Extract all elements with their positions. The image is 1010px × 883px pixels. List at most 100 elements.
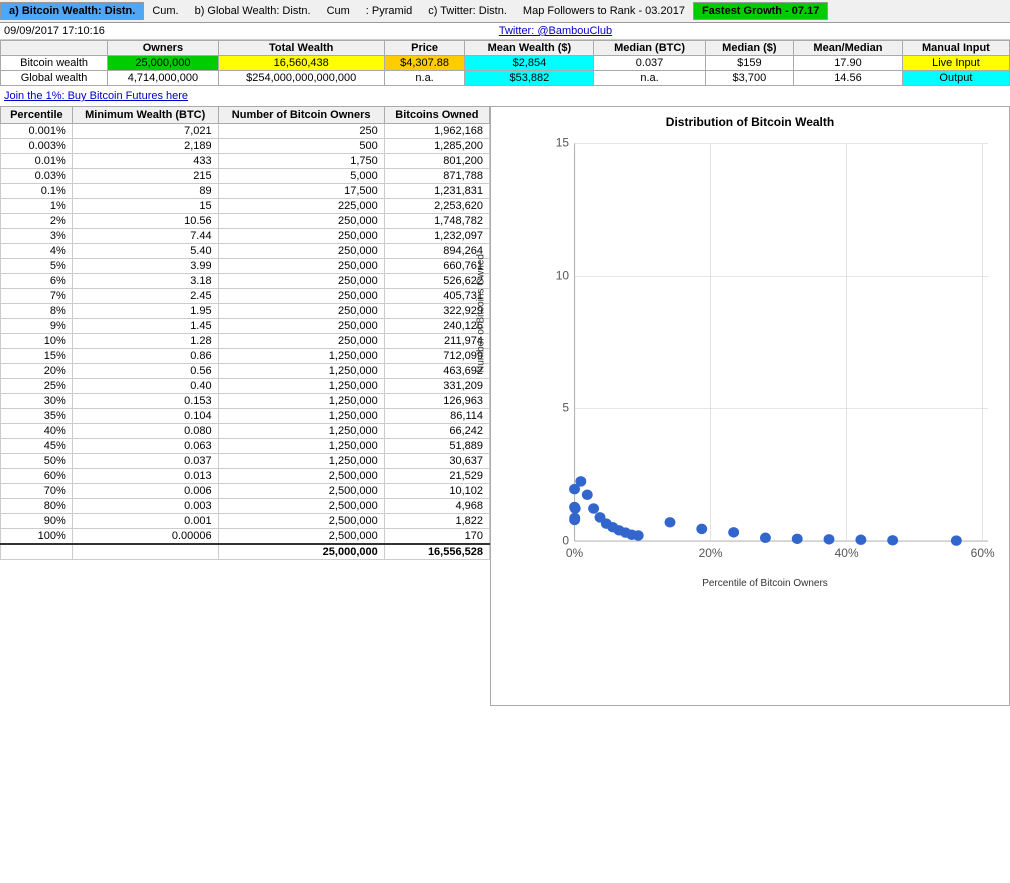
- table-row: 100%0.000062,500,000170: [1, 529, 490, 545]
- chart-point: [570, 503, 581, 513]
- global-median-usd: $3,700: [705, 71, 793, 86]
- datetime-label: 09/09/2017 17:10:16: [4, 25, 105, 37]
- totals-row: 25,000,000 16,556,528: [1, 544, 490, 560]
- table-row: 2%10.56250,0001,748,782: [1, 214, 490, 229]
- global-owners: 4,714,000,000: [108, 71, 219, 86]
- chart-y-label: Number of Bitcoins Owned: [476, 254, 487, 373]
- table-row: 0.01%4331,750801,200: [1, 154, 490, 169]
- table-row: 6%3.18250,000526,622: [1, 274, 490, 289]
- chart-point: [728, 527, 739, 537]
- distribution-table-wrap: Percentile Minimum Wealth (BTC) Number o…: [0, 106, 490, 706]
- chart-area: Distribution of Bitcoin Wealth Number of…: [490, 106, 1010, 706]
- table-row: 60%0.0132,500,00021,529: [1, 469, 490, 484]
- svg-text:40%: 40%: [835, 547, 860, 560]
- join-link[interactable]: Join the 1%: Buy Bitcoin Futures here: [0, 86, 1010, 106]
- tab-bitcoin-wealth-distn[interactable]: a) Bitcoin Wealth: Distn.: [0, 2, 144, 20]
- chart-point: [665, 517, 676, 527]
- chart-point: [696, 524, 707, 534]
- svg-text:5: 5: [562, 402, 569, 415]
- table-row: 0.003%2,1895001,285,200: [1, 139, 490, 154]
- table-row: 25%0.401,250,000331,209: [1, 379, 490, 394]
- dist-col-min-wealth: Minimum Wealth (BTC): [72, 107, 218, 124]
- global-total-wealth: $254,000,000,000,000: [218, 71, 384, 86]
- bitcoin-owners: 25,000,000: [108, 56, 219, 71]
- global-wealth-label: Global wealth: [1, 71, 108, 86]
- tab-map-followers[interactable]: Map Followers to Rank - 03.2017: [515, 3, 693, 19]
- chart-point: [588, 503, 599, 513]
- table-row: 70%0.0062,500,00010,102: [1, 484, 490, 499]
- chart-point: [824, 534, 835, 544]
- global-median-btc: n.a.: [594, 71, 705, 86]
- dist-col-num-owners: Number of Bitcoin Owners: [218, 107, 384, 124]
- bitcoin-total-wealth: 16,560,438: [218, 56, 384, 71]
- table-row: 1%15225,0002,253,620: [1, 199, 490, 214]
- col-header-mean-wealth: Mean Wealth ($): [465, 41, 594, 56]
- table-row: 9%1.45250,000240,126: [1, 319, 490, 334]
- chart-point: [951, 535, 962, 545]
- dist-col-btc-owned: Bitcoins Owned: [384, 107, 489, 124]
- col-header-mean-median: Mean/Median: [794, 41, 903, 56]
- table-row: 30%0.1531,250,000126,963: [1, 394, 490, 409]
- main-content: Percentile Minimum Wealth (BTC) Number o…: [0, 106, 1010, 706]
- chart-point: [855, 535, 866, 545]
- global-mean-median: 14.56: [794, 71, 903, 86]
- chart-point: [792, 534, 803, 544]
- svg-text:20%: 20%: [699, 547, 724, 560]
- svg-text:60%: 60%: [971, 547, 996, 560]
- chart-title: Distribution of Bitcoin Wealth: [491, 107, 1009, 133]
- svg-text:10: 10: [556, 270, 570, 283]
- chart-svg: 0 5 10 15 0% 20% 40%: [531, 133, 999, 583]
- table-row: 50%0.0371,250,00030,637: [1, 454, 490, 469]
- table-row: 10%1.28250,000211,974: [1, 334, 490, 349]
- bitcoin-median-btc: 0.037: [594, 56, 705, 71]
- table-row: 4%5.40250,000894,264: [1, 244, 490, 259]
- col-header-owners: Owners: [108, 41, 219, 56]
- tab-cum-2[interactable]: Cum: [319, 3, 358, 19]
- dist-col-percentile: Percentile: [1, 107, 73, 124]
- col-header-median-btc: Median (BTC): [594, 41, 705, 56]
- global-price: n.a.: [384, 71, 465, 86]
- summary-section: Owners Total Wealth Price Mean Wealth ($…: [0, 39, 1010, 86]
- col-header-total-wealth: Total Wealth: [218, 41, 384, 56]
- chart-point: [633, 530, 644, 540]
- chart-point: [582, 490, 593, 500]
- totals-label: [1, 544, 73, 560]
- tab-pyramid[interactable]: : Pyramid: [358, 3, 420, 19]
- svg-text:0%: 0%: [566, 547, 584, 560]
- chart-point: [575, 476, 586, 486]
- chart-point: [887, 535, 898, 545]
- table-row: 40%0.0801,250,00066,242: [1, 424, 490, 439]
- header-row: 09/09/2017 17:10:16 Twitter: @BambouClub: [0, 23, 1010, 39]
- tab-cum-1[interactable]: Cum.: [144, 3, 186, 19]
- distribution-table: Percentile Minimum Wealth (BTC) Number o…: [0, 106, 490, 560]
- table-row: 80%0.0032,500,0004,968: [1, 499, 490, 514]
- svg-text:15: 15: [556, 137, 570, 150]
- table-row: 15%0.861,250,000712,099: [1, 349, 490, 364]
- global-mean-wealth: $53,882: [465, 71, 594, 86]
- col-header-manual-input: Manual Input: [902, 41, 1009, 56]
- totals-min: [72, 544, 218, 560]
- tab-fastest-growth[interactable]: Fastest Growth - 07.17: [693, 2, 828, 20]
- table-row: 7%2.45250,000405,731: [1, 289, 490, 304]
- bitcoin-median-usd: $159: [705, 56, 793, 71]
- table-row: 0.03%2155,000871,788: [1, 169, 490, 184]
- totals-owners: 25,000,000: [218, 544, 384, 560]
- table-row: 0.1%8917,5001,231,831: [1, 184, 490, 199]
- table-row: 90%0.0012,500,0001,822: [1, 514, 490, 529]
- bitcoin-wealth-label: Bitcoin wealth: [1, 56, 108, 71]
- table-row: 45%0.0631,250,00051,889: [1, 439, 490, 454]
- bitcoin-price: $4,307.88: [384, 56, 465, 71]
- tab-global-wealth-distn[interactable]: b) Global Wealth: Distn.: [187, 3, 319, 19]
- chart-points: [569, 476, 962, 546]
- table-row: 5%3.99250,000660,761: [1, 259, 490, 274]
- tab-twitter-distn[interactable]: c) Twitter: Distn.: [420, 3, 515, 19]
- bitcoin-mean-median: 17.90: [794, 56, 903, 71]
- chart-point: [569, 513, 580, 523]
- col-header-median-usd: Median ($): [705, 41, 793, 56]
- table-row: 3%7.44250,0001,232,097: [1, 229, 490, 244]
- col-header-price: Price: [384, 41, 465, 56]
- top-navigation: a) Bitcoin Wealth: Distn. Cum. b) Global…: [0, 0, 1010, 23]
- global-output: Output: [902, 71, 1009, 86]
- twitter-link[interactable]: Twitter: @BambouClub: [499, 25, 612, 37]
- table-row: 0.001%7,0212501,962,168: [1, 124, 490, 139]
